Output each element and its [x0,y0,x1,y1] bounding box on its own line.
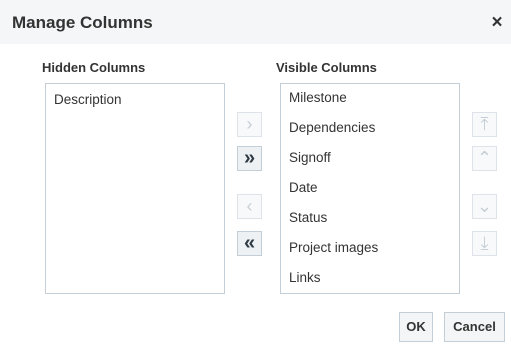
visible-columns-list[interactable]: Milestone Dependencies Signoff Date Stat… [280,83,460,294]
move-to-top-button[interactable]: ⤒ [472,112,497,137]
list-item-dependencies[interactable]: Dependencies [289,120,375,136]
list-item-milestone[interactable]: Milestone [289,90,347,106]
move-selected-left-button[interactable]: ‹ [237,194,262,219]
list-item-status[interactable]: Status [289,210,327,226]
move-up-button[interactable]: ⌃ [472,146,497,171]
move-down-button[interactable]: ⌄ [472,194,497,219]
dialog-title: Manage Columns [12,13,153,32]
move-selected-right-button[interactable]: › [237,112,262,137]
list-item-signoff[interactable]: Signoff [289,150,331,166]
move-all-left-button[interactable]: « [237,231,262,256]
visible-columns-header: Visible Columns [276,60,377,75]
cancel-button[interactable]: Cancel [444,312,505,342]
hidden-columns-list[interactable]: Description [45,83,225,294]
close-icon[interactable]: × [489,13,505,33]
hidden-columns-header: Hidden Columns [42,60,146,75]
manage-columns-dialog: Manage Columns × Hidden Columns Visible … [0,0,511,351]
move-all-right-button[interactable]: » [237,146,262,171]
list-item-links[interactable]: Links [289,270,321,286]
ok-button[interactable]: OK [399,312,433,342]
move-to-bottom-button[interactable]: ⤓ [472,231,497,256]
list-item-project-images[interactable]: Project images [289,240,378,256]
list-item-date[interactable]: Date [289,180,318,196]
dialog-title-bar: Manage Columns × [0,0,511,44]
list-item-description[interactable]: Description [54,92,122,108]
